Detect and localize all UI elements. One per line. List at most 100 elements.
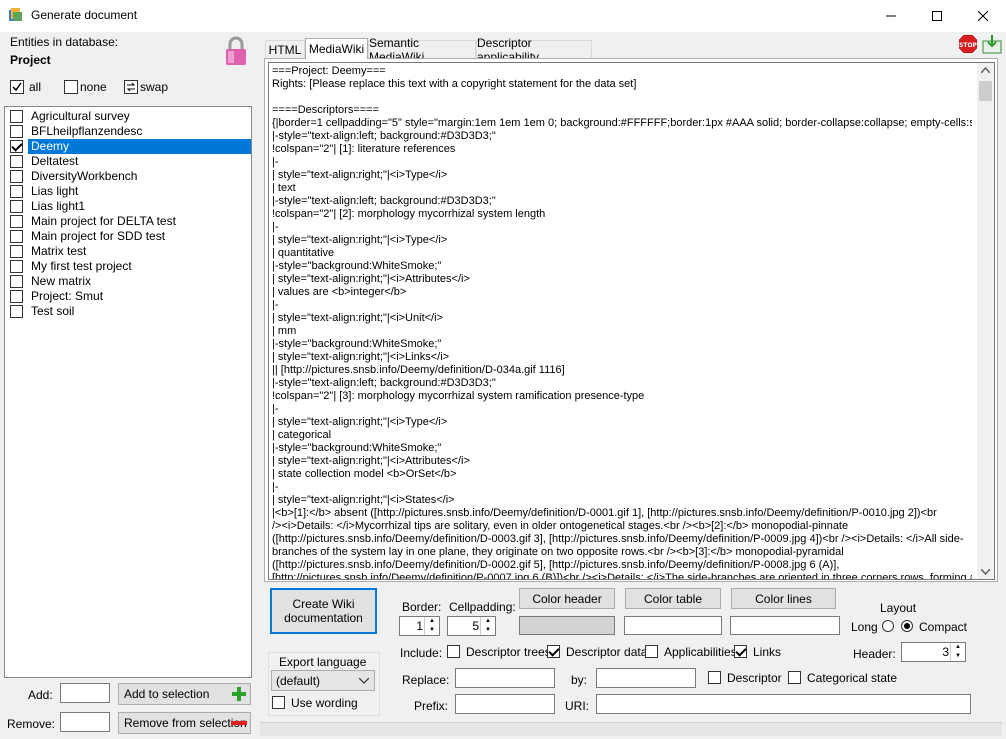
add-to-selection-button[interactable]: Add to selection: [118, 683, 251, 705]
list-item-checkbox[interactable]: [10, 155, 23, 168]
vertical-scrollbar[interactable]: [977, 63, 994, 579]
list-item[interactable]: Deemy: [7, 139, 251, 154]
replace-input[interactable]: [455, 668, 555, 688]
code-line: || [http://pictures.snsb.info/Deemy/defi…: [272, 364, 565, 376]
color-header-button[interactable]: Color header: [519, 588, 615, 609]
swap-icon: [124, 80, 138, 94]
list-item-checkbox[interactable]: [10, 110, 23, 123]
maximize-button[interactable]: [914, 0, 960, 31]
tab-descriptor-applicability[interactable]: Descriptor applicability: [476, 36, 592, 64]
lock-icon[interactable]: [224, 36, 248, 66]
border-spinner[interactable]: 1 ▲ ▼: [399, 616, 440, 636]
code-line: | mm: [272, 325, 297, 337]
descriptor-trees-checkbox[interactable]: [447, 645, 460, 658]
create-wiki-documentation-button[interactable]: Create Wiki documentation: [270, 588, 377, 634]
list-item-checkbox[interactable]: [10, 245, 23, 258]
tab-html[interactable]: HTML: [265, 40, 305, 58]
code-line: branches of the system lay in one plane,…: [272, 546, 844, 558]
long-radio[interactable]: [882, 620, 894, 632]
list-item-checkbox[interactable]: [10, 290, 23, 303]
export-icon[interactable]: [982, 34, 1002, 54]
export-language-value: (default): [276, 674, 321, 688]
header-value: 3: [942, 645, 949, 659]
uri-input[interactable]: [596, 694, 971, 714]
list-item-checkbox[interactable]: [10, 200, 23, 213]
header-spinner[interactable]: 3 ▲ ▼: [901, 642, 966, 662]
list-item[interactable]: New matrix: [7, 274, 251, 289]
list-item-checkbox[interactable]: [10, 140, 23, 153]
stop-icon[interactable]: STOP: [959, 35, 977, 53]
remove-input[interactable]: [60, 712, 110, 732]
list-item-checkbox[interactable]: [10, 215, 23, 228]
color-table-button[interactable]: Color table: [625, 588, 721, 609]
list-item-label: Deltatest: [31, 154, 79, 168]
scroll-thumb[interactable]: [979, 81, 992, 101]
close-button[interactable]: [960, 0, 1006, 31]
scroll-down-icon[interactable]: [981, 569, 990, 575]
color-lines-swatch: [730, 616, 840, 635]
list-item[interactable]: DiversityWorkbench: [7, 169, 251, 184]
code-line: | style="text-align:right;"|<i>Attribute…: [272, 455, 470, 467]
code-line: /><i>Details: </i>Mycorrhizal tips are s…: [272, 520, 849, 532]
header-label: Header:: [853, 647, 896, 661]
list-item-checkbox[interactable]: [10, 275, 23, 288]
spinner-arrows-icon[interactable]: ▲ ▼: [480, 617, 495, 635]
categorical-state-checkbox[interactable]: [788, 671, 801, 684]
remove-from-selection-button[interactable]: Remove from selection: [118, 712, 251, 734]
color-lines-button[interactable]: Color lines: [731, 588, 836, 609]
links-checkbox[interactable]: [734, 645, 747, 658]
prefix-input[interactable]: [455, 694, 555, 714]
maximize-icon: [932, 10, 942, 21]
list-item-label: Lias light1: [31, 199, 86, 213]
list-item-checkbox[interactable]: [10, 230, 23, 243]
list-item-checkbox[interactable]: [10, 170, 23, 183]
minimize-button[interactable]: [868, 0, 914, 31]
applicabilities-checkbox[interactable]: [645, 645, 658, 658]
list-item-checkbox[interactable]: [10, 305, 23, 318]
list-item-checkbox[interactable]: [10, 125, 23, 138]
code-line: | values are <b>integer</b>: [272, 286, 407, 298]
export-language-select[interactable]: (default): [271, 670, 375, 691]
code-line: |-style="text-align:left; background:#D3…: [272, 377, 496, 389]
list-item-checkbox[interactable]: [10, 260, 23, 273]
add-label: Add:: [28, 688, 53, 702]
wiki-output-textarea[interactable]: ===Project: Deemy=== Rights: [Please repl…: [268, 62, 995, 580]
list-item[interactable]: Agricultural survey: [7, 109, 251, 124]
list-item-label: Agricultural survey: [31, 109, 130, 123]
code-line: | style="text-align:right;"|<i>Unit</i>: [272, 312, 443, 324]
code-line: ([http://pictures.snsb.info/Deemy/defini…: [272, 559, 840, 571]
code-line: | style="text-align:right;"|<i>States</i…: [272, 494, 455, 506]
compact-radio[interactable]: [901, 620, 913, 632]
add-input[interactable]: [60, 683, 110, 703]
list-item[interactable]: Lias light: [7, 184, 251, 199]
list-item[interactable]: Deltatest: [7, 154, 251, 169]
list-item[interactable]: BFLheilpflanzendesc: [7, 124, 251, 139]
list-item[interactable]: Project: Smut: [7, 289, 251, 304]
spinner-arrows-icon[interactable]: ▲ ▼: [950, 643, 965, 661]
chevron-down-icon: [359, 678, 369, 684]
list-item-label: Lias light: [31, 184, 79, 198]
color-header-swatch: [519, 616, 615, 635]
create-wiki-documentation-label: Create Wiki documentation: [284, 597, 363, 625]
list-item-checkbox[interactable]: [10, 185, 23, 198]
list-item[interactable]: Main project for SDD test: [7, 229, 251, 244]
descriptor-data-checkbox[interactable]: [547, 645, 560, 658]
spinner-arrows-icon[interactable]: ▲ ▼: [424, 617, 439, 635]
list-item[interactable]: Main project for DELTA test: [7, 214, 251, 229]
tab-semantic-mediawiki[interactable]: Semantic MediaWiki: [368, 36, 476, 64]
cellpadding-spinner[interactable]: 5 ▲ ▼: [447, 616, 496, 636]
code-line: [http://pictures.snsb.info/Deemy/definit…: [272, 572, 972, 580]
list-item[interactable]: Lias light1: [7, 199, 251, 214]
list-item-label: Project: Smut: [31, 289, 104, 303]
descriptor-checkbox[interactable]: [708, 671, 721, 684]
use-wording-checkbox[interactable]: [272, 696, 285, 709]
scroll-up-icon[interactable]: [981, 67, 990, 73]
entity-list[interactable]: Agricultural survey BFLheilpflanzendesc De…: [4, 106, 252, 678]
list-item[interactable]: Matrix test: [7, 244, 251, 259]
code-line: | quantitative: [272, 247, 335, 259]
code-line: Rights: [Please replace this text with a…: [272, 78, 637, 90]
by-input[interactable]: [596, 668, 696, 688]
list-item[interactable]: My first test project: [7, 259, 251, 274]
list-item[interactable]: Test soil: [7, 304, 251, 319]
tab-mediawiki[interactable]: MediaWiki: [305, 38, 368, 59]
